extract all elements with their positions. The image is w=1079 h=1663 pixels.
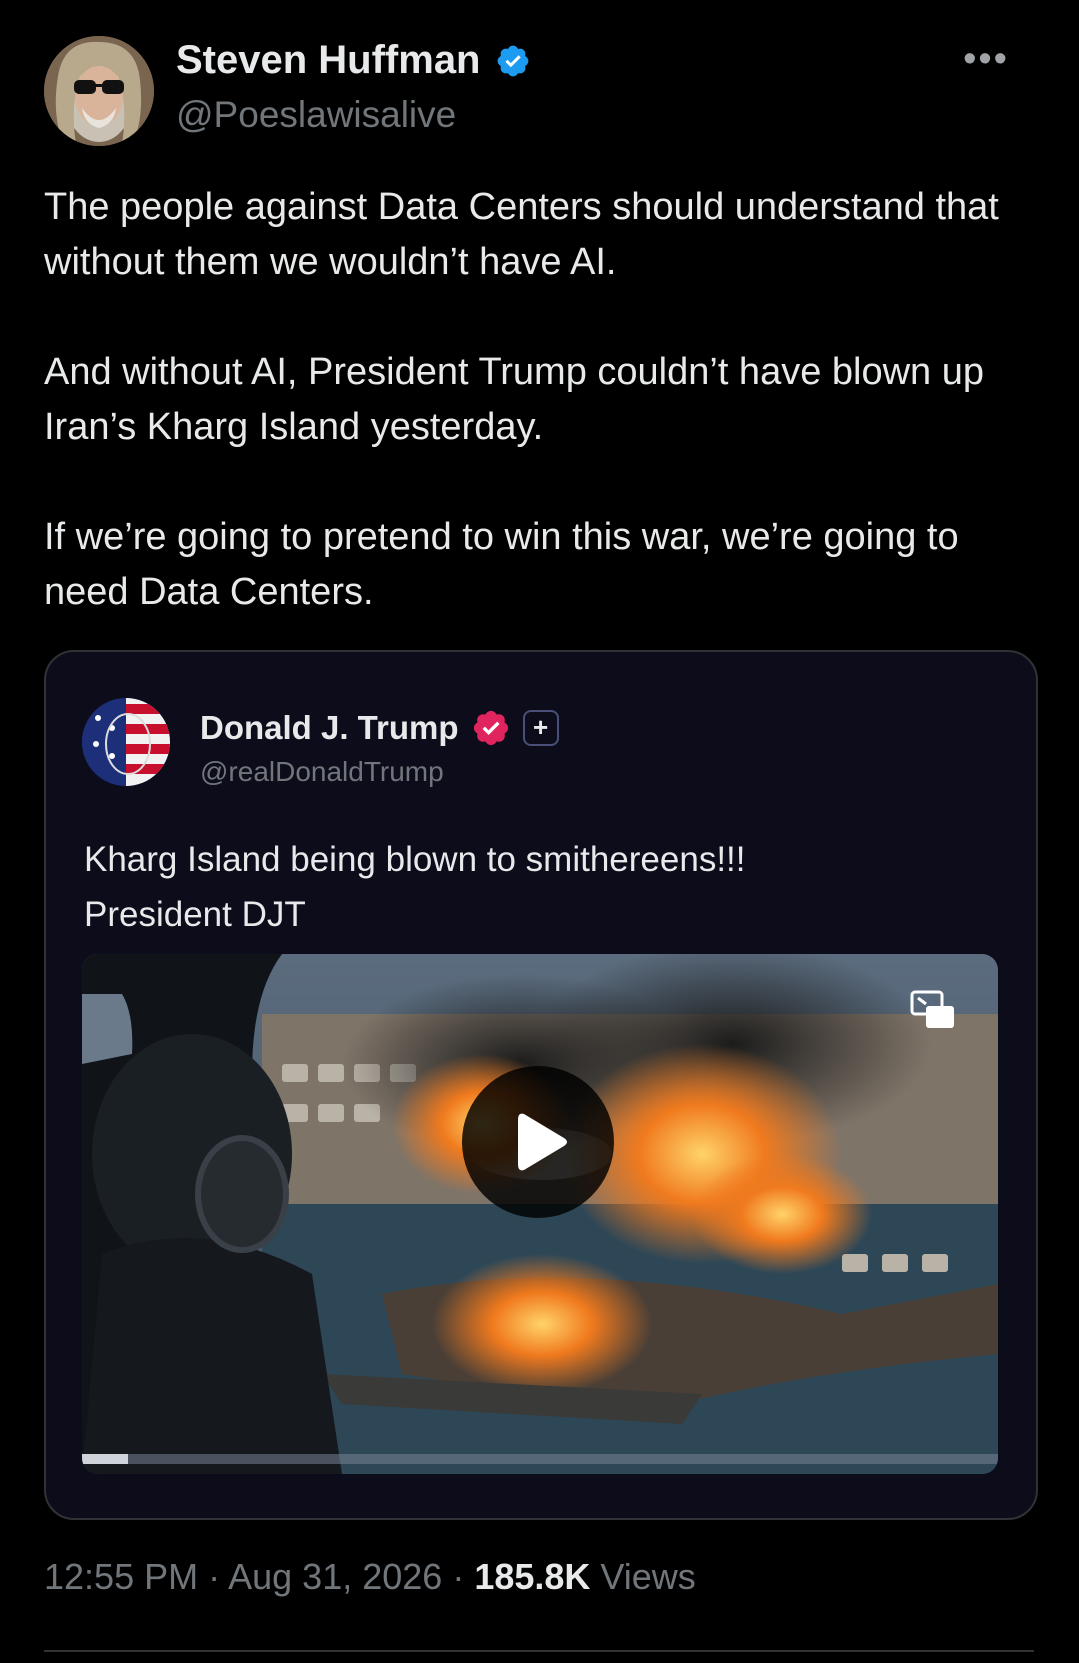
separator: · — [198, 1556, 229, 1597]
more-horizontal-icon[interactable]: ••• — [963, 38, 1009, 81]
post-time[interactable]: 12:55 PM — [44, 1556, 198, 1597]
quoted-author-name[interactable]: Donald J. Trump — [200, 709, 459, 747]
tweet-paragraph: And without AI, President Trump couldn’t… — [44, 351, 984, 448]
video-progress-fill — [82, 1454, 128, 1464]
video-progress-bar[interactable] — [82, 1454, 998, 1464]
quoted-text-line: President DJT — [84, 895, 306, 934]
tweet-paragraph: The people against Data Centers should u… — [44, 186, 999, 283]
separator: · — [442, 1556, 475, 1597]
author-name[interactable]: Steven Huffman — [176, 38, 481, 83]
divider — [44, 1650, 1034, 1652]
play-icon[interactable] — [462, 1066, 614, 1218]
verified-badge-icon — [473, 710, 508, 746]
tweet-paragraph: If we’re going to pretend to win this wa… — [44, 516, 959, 613]
author-avatar[interactable] — [44, 36, 154, 146]
plus-badge-icon: + — [522, 710, 559, 746]
quoted-author-handle[interactable]: @realDonaldTrump — [200, 756, 444, 788]
verified-badge-icon — [497, 45, 528, 76]
views-count[interactable]: 185.8K — [474, 1556, 590, 1597]
post-date[interactable]: Aug 31, 2026 — [228, 1556, 442, 1597]
post-metadata: 12:55 PM · Aug 31, 2026 · 185.8K Views — [44, 1556, 696, 1598]
author-handle[interactable]: @Poeslawisalive — [176, 94, 456, 136]
tweet-text: The people against Data Centers should u… — [44, 180, 1034, 675]
author-name-row: Steven Huffman — [176, 38, 531, 83]
picture-in-picture-icon[interactable] — [910, 990, 956, 1030]
quoted-author-name-row: Donald J. Trump + — [200, 708, 559, 748]
views-label: Views — [590, 1556, 696, 1597]
quoted-post-text: Kharg Island being blown to smithereens!… — [84, 832, 746, 942]
video-player[interactable] — [82, 954, 998, 1474]
quoted-author-avatar[interactable] — [82, 698, 170, 786]
quoted-text-line: Kharg Island being blown to smithereens!… — [84, 840, 746, 879]
quoted-post[interactable]: Donald J. Trump + @realDonaldTrump Kharg… — [44, 650, 1038, 1520]
